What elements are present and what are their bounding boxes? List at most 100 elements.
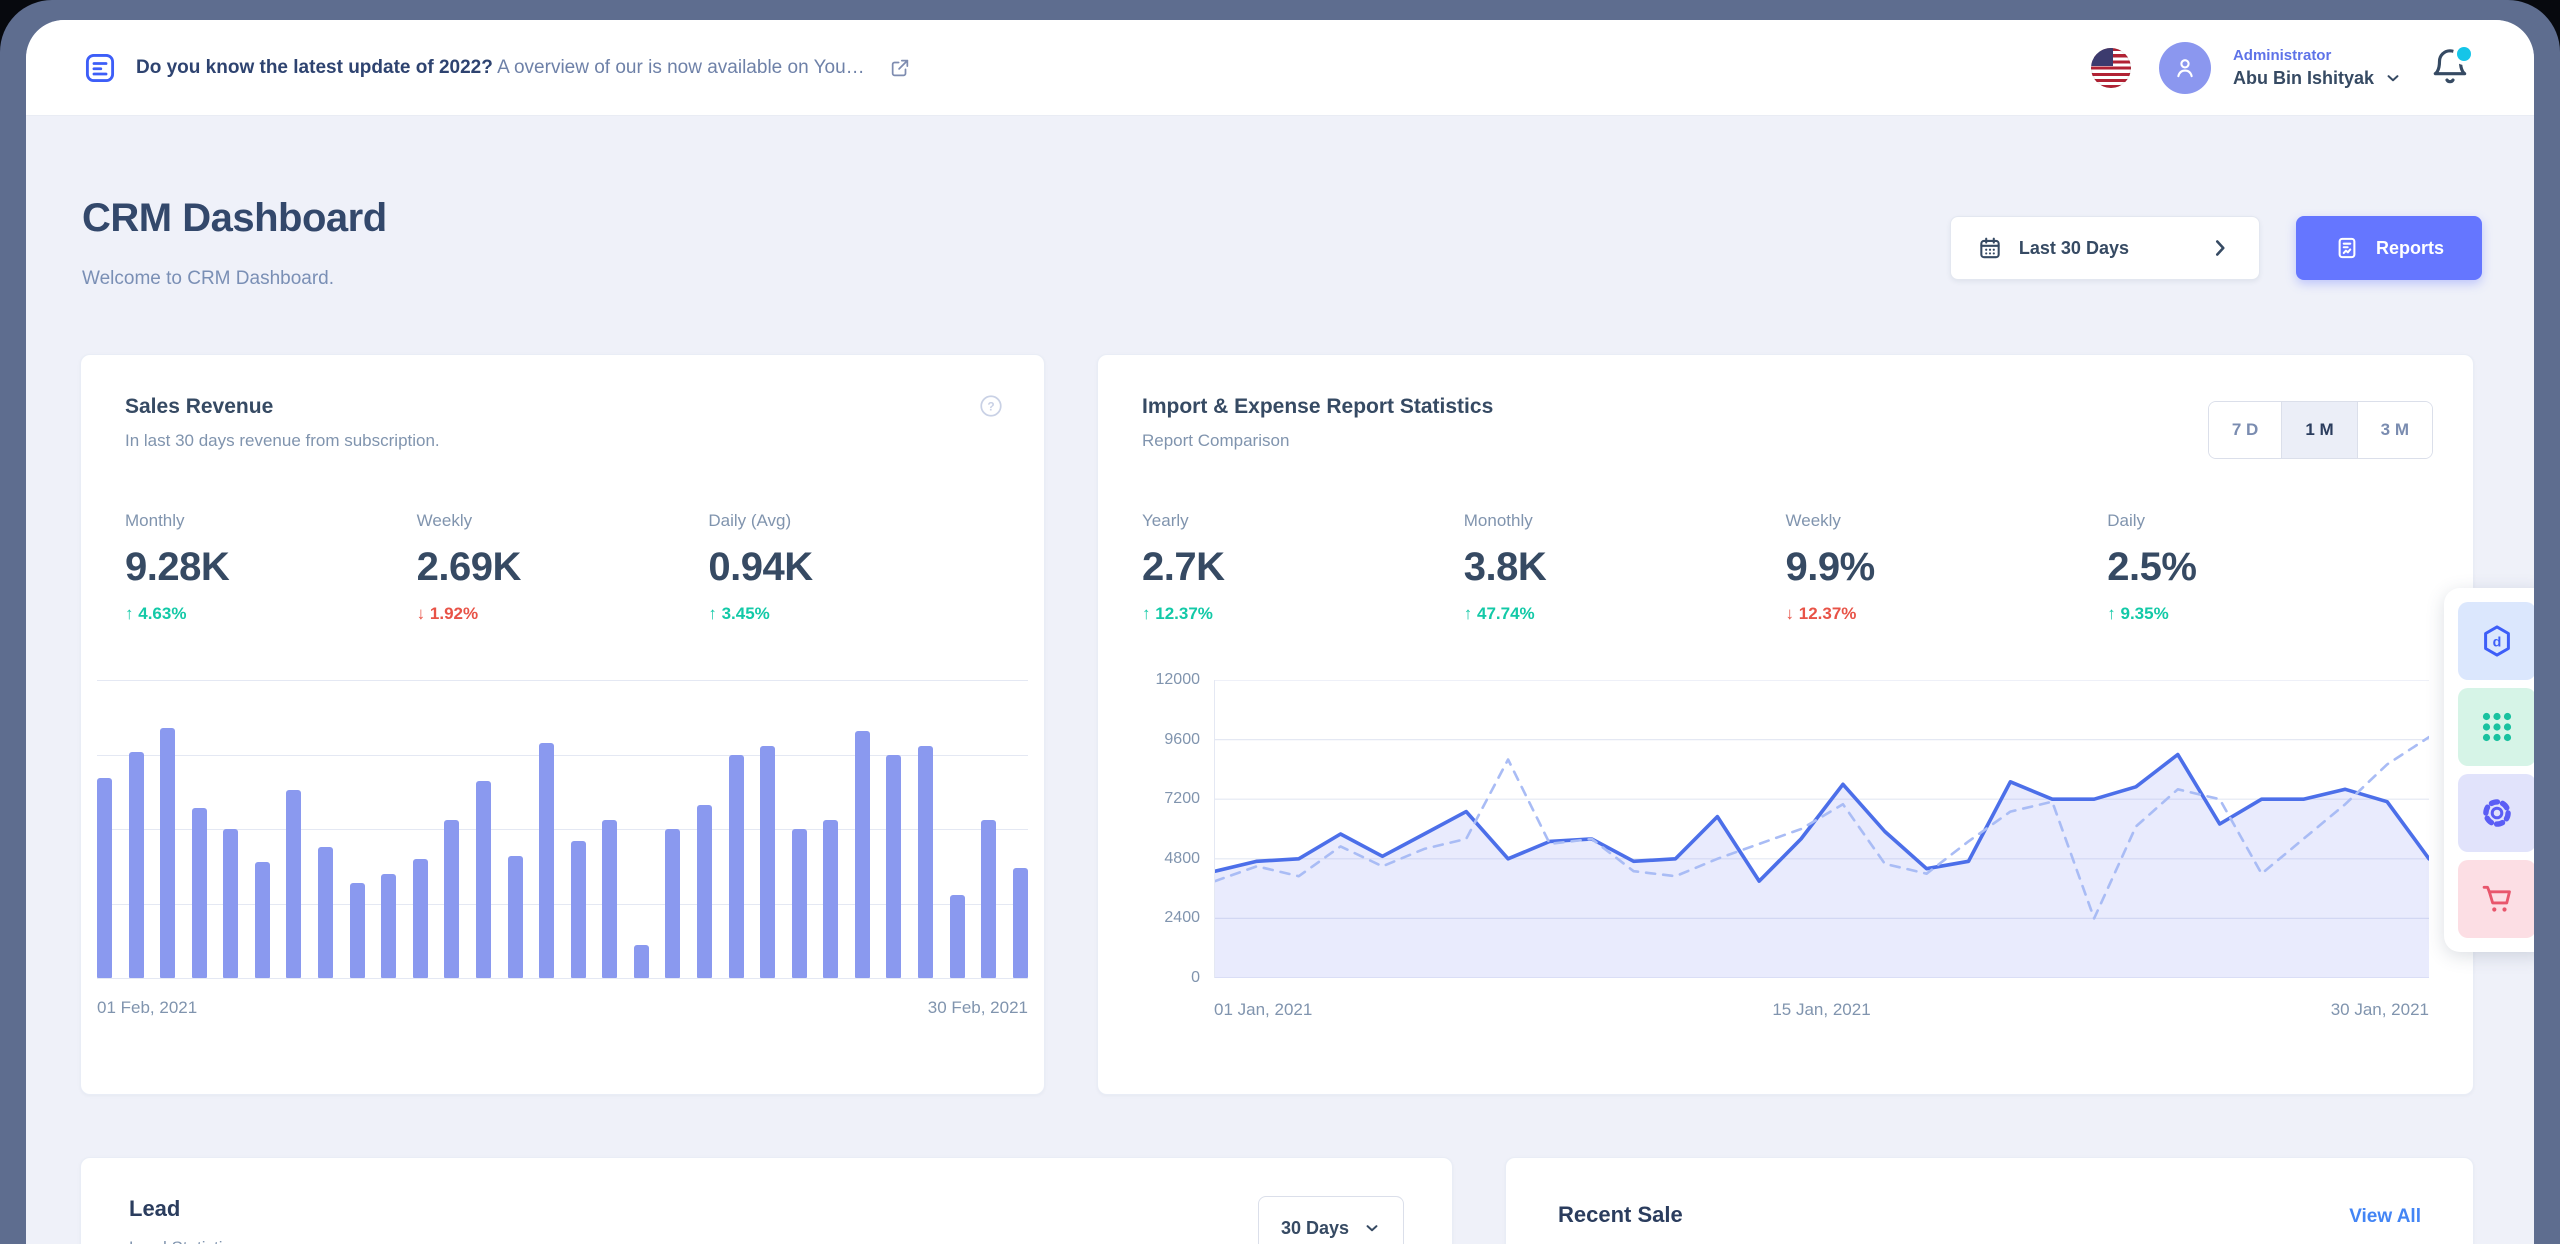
bar[interactable]	[286, 790, 301, 978]
stat-yearly: Yearly 2.7K 12.37%	[1142, 511, 1464, 624]
bar[interactable]	[192, 808, 207, 978]
y-tick-label: 2400	[1164, 909, 1200, 927]
import-line-chart[interactable]: 1200096007200480024000	[1142, 680, 2429, 978]
bar[interactable]	[508, 856, 523, 978]
floating-side-toolbar: d	[2444, 588, 2534, 952]
chevron-right-icon	[2207, 235, 2233, 261]
bar[interactable]	[539, 743, 554, 978]
user-menu[interactable]: Administrator Abu Bin Ishityak	[2159, 42, 2402, 94]
bar[interactable]	[1013, 868, 1028, 978]
sales-x-axis: 01 Feb, 2021 30 Feb, 2021	[97, 998, 1028, 1018]
stat-weekly-pct: Weekly 9.9% 12.37%	[1786, 511, 2108, 624]
bar[interactable]	[760, 746, 775, 978]
bar[interactable]	[981, 820, 996, 978]
svg-text:?: ?	[987, 399, 994, 413]
bar[interactable]	[476, 781, 491, 978]
x-tick-start: 01 Feb, 2021	[97, 998, 197, 1018]
chevron-down-icon	[1363, 1219, 1381, 1237]
import-x-axis: 01 Jan, 2021 15 Jan, 2021 30 Jan, 2021	[1214, 1000, 2429, 1020]
sales-stats: Monthly 9.28K 4.63% Weekly 2.69K 1.92% D…	[125, 511, 1000, 624]
bar[interactable]	[729, 755, 744, 979]
svg-text:d: d	[2493, 634, 2502, 650]
stat-daily-avg: Daily (Avg) 0.94K 3.45%	[708, 511, 1000, 624]
bar[interactable]	[950, 895, 965, 978]
stat-delta: 3.45%	[708, 604, 769, 624]
sales-revenue-card: Sales Revenue In last 30 days revenue fr…	[80, 354, 1045, 1095]
bar[interactable]	[350, 883, 365, 978]
bar[interactable]	[255, 862, 270, 978]
bar[interactable]	[223, 829, 238, 978]
import-line-svg	[1215, 680, 2429, 978]
import-stats: Yearly 2.7K 12.37% Monothly 3.8K 47.74% …	[1142, 511, 2429, 624]
announcement-text: Do you know the latest update of 2022? A…	[136, 57, 865, 79]
bar[interactable]	[97, 778, 112, 978]
y-tick-label: 4800	[1164, 850, 1200, 868]
bar[interactable]	[792, 829, 807, 978]
sales-card-title: Sales Revenue	[125, 395, 1000, 419]
recent-sale-card: Recent Sale View All	[1505, 1157, 2474, 1244]
bar[interactable]	[823, 820, 838, 978]
settings-button[interactable]	[2458, 774, 2534, 852]
stat-label: Yearly	[1142, 511, 1464, 531]
flag-canton	[2091, 48, 2113, 66]
cart-button[interactable]	[2458, 860, 2534, 938]
bar[interactable]	[634, 945, 649, 978]
bar[interactable]	[697, 805, 712, 978]
gridline	[97, 978, 1028, 979]
bar[interactable]	[160, 728, 175, 978]
announcement-link-text: A overview of our is now available on Yo…	[497, 57, 865, 78]
date-range-label: Last 30 Days	[2019, 238, 2129, 259]
bar[interactable]	[413, 859, 428, 978]
y-tick-label: 7200	[1164, 790, 1200, 808]
stat-delta: 12.37%	[1786, 604, 1857, 624]
bar[interactable]	[886, 755, 901, 979]
range-3m-button[interactable]: 3 M	[2357, 402, 2432, 458]
dashlite-logo-button[interactable]: d	[2458, 602, 2534, 680]
reports-label: Reports	[2376, 238, 2444, 259]
device-frame: Do you know the latest update of 2022? A…	[0, 0, 2560, 1244]
apps-grid-button[interactable]	[2458, 688, 2534, 766]
bar[interactable]	[602, 820, 617, 978]
import-line-y-axis: 1200096007200480024000	[1142, 680, 1214, 978]
view-all-link[interactable]: View All	[2349, 1206, 2421, 1228]
series-area	[1215, 755, 2429, 979]
bottom-row: Lead Lead Statistics 30 Days Recent Sale…	[26, 1157, 2534, 1244]
range-1m-button[interactable]: 1 M	[2281, 402, 2356, 458]
bar[interactable]	[444, 820, 459, 978]
topbar: Do you know the latest update of 2022? A…	[26, 20, 2534, 116]
lead-range-select[interactable]: 30 Days	[1258, 1196, 1404, 1244]
recent-sale-title: Recent Sale	[1558, 1202, 2421, 1228]
x-tick: 15 Jan, 2021	[1619, 1000, 2024, 1020]
stat-value: 2.7K	[1142, 545, 1464, 590]
bar[interactable]	[129, 752, 144, 978]
bar[interactable]	[381, 874, 396, 978]
bar[interactable]	[571, 841, 586, 978]
stat-value: 3.8K	[1464, 545, 1786, 590]
bar[interactable]	[318, 847, 333, 978]
external-link-icon[interactable]	[889, 57, 911, 79]
bar[interactable]	[855, 731, 870, 978]
charts-row: Sales Revenue In last 30 days revenue fr…	[26, 354, 2534, 1095]
y-tick-label: 12000	[1156, 671, 1201, 689]
reports-button[interactable]: Reports	[2296, 216, 2482, 280]
announcement-banner[interactable]: Do you know the latest update of 2022? A…	[82, 50, 911, 86]
language-flag-icon[interactable]	[2091, 48, 2131, 88]
stat-value: 2.69K	[417, 545, 709, 590]
avatar[interactable]	[2159, 42, 2211, 94]
stat-label: Weekly	[417, 511, 709, 531]
range-7d-button[interactable]: 7 D	[2209, 402, 2281, 458]
bar[interactable]	[665, 829, 680, 978]
announcement-bold: Do you know the latest update of 2022?	[136, 57, 493, 78]
stat-delta: 47.74%	[1464, 604, 1535, 624]
date-range-button[interactable]: Last 30 Days	[1950, 216, 2260, 280]
stat-value: 9.28K	[125, 545, 417, 590]
stat-delta: 4.63%	[125, 604, 186, 624]
sales-bar-chart[interactable]: 01 Feb, 2021 30 Feb, 2021	[97, 680, 1028, 1018]
reports-icon	[2334, 235, 2360, 261]
help-icon[interactable]: ?	[978, 393, 1004, 419]
notifications-button[interactable]	[2430, 47, 2472, 89]
bar[interactable]	[918, 746, 933, 978]
stat-label: Monothly	[1464, 511, 1786, 531]
apps-grid-icon	[2479, 709, 2515, 745]
stat-value: 0.94K	[708, 545, 1000, 590]
